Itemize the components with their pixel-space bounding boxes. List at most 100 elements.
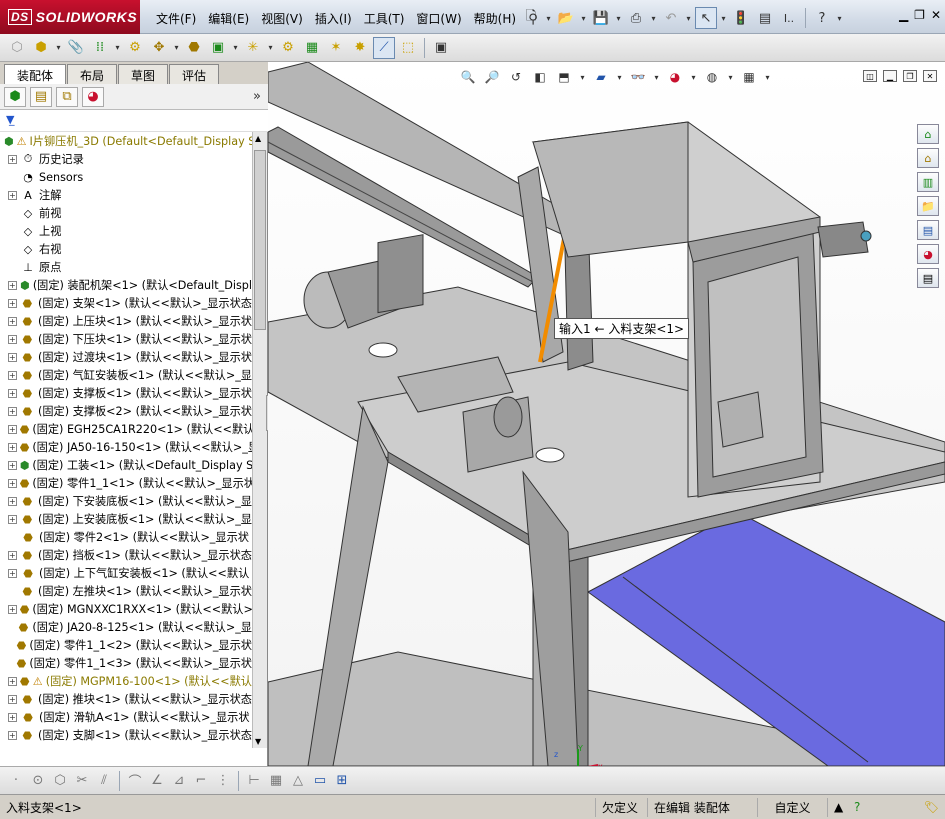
tree-item[interactable]: + ⬢ (固定) 装配机架<1> (默认<Default_Displ bbox=[0, 276, 252, 294]
print-icon[interactable]: ⎙ bbox=[625, 7, 647, 29]
expand-icon[interactable]: + bbox=[8, 550, 17, 560]
tree-item[interactable]: +⬣(固定) EGH25CA1R220<1> (默认<<默认>_显 bbox=[0, 420, 252, 438]
exploded-view-icon[interactable]: ✶ bbox=[325, 37, 347, 59]
home-icon[interactable]: ⌂ bbox=[917, 148, 939, 168]
view-settings-icon[interactable]: ▦ bbox=[739, 68, 759, 86]
offset-icon[interactable]: ⫽ bbox=[94, 770, 114, 792]
expand-icon[interactable]: + bbox=[8, 514, 17, 524]
tree-item[interactable]: + ⬣ (固定) 过渡块<1> (默认<<默认>_显示状 bbox=[0, 348, 252, 366]
refgeom-dropdown[interactable]: ▾ bbox=[266, 43, 275, 52]
appearance-dropdown[interactable]: ▾ bbox=[689, 73, 698, 82]
configuration-manager-icon[interactable]: ⧉ bbox=[56, 86, 78, 107]
tab-assembly[interactable]: 装配体 bbox=[4, 64, 67, 84]
close-icon[interactable]: ✕ bbox=[931, 8, 941, 22]
tree-item[interactable]: ⬣ (固定) 左推块<1> (默认<<默认>_显示状 bbox=[0, 582, 252, 600]
menu-edit[interactable]: 编辑(E) bbox=[202, 8, 255, 28]
help-dropdown[interactable]: ▾ bbox=[835, 14, 844, 23]
display-style-icon[interactable]: ▰ bbox=[591, 68, 611, 86]
polygon-icon[interactable]: ⬡ bbox=[50, 770, 70, 792]
zoom-to-fit-icon[interactable]: 🔍 bbox=[458, 68, 478, 86]
solidworks-resources-icon[interactable]: ⌂ bbox=[917, 124, 939, 144]
undo-dropdown[interactable]: ▾ bbox=[684, 14, 693, 23]
expand-icon[interactable]: + bbox=[8, 694, 17, 704]
tree-item[interactable]: + ⬣ (固定) 零件1_1<1> (默认<<默认>_显示状 bbox=[0, 474, 252, 492]
move-dropdown[interactable]: ▾ bbox=[172, 43, 181, 52]
apply-scene-icon[interactable]: ◍ bbox=[702, 68, 722, 86]
new-dropdown[interactable]: ▾ bbox=[544, 14, 553, 23]
tree-item[interactable]: ◇ 上视 bbox=[0, 222, 252, 240]
hide-show-icon[interactable]: 👓 bbox=[628, 68, 648, 86]
tree-item[interactable]: + ⬣ (固定) 滑轨A<1> (默认<<默认>_显示状 bbox=[0, 708, 252, 726]
tree-item[interactable]: + ⬣ (固定) JA50-16-150<1> (默认<<默认>_显 bbox=[0, 438, 252, 456]
tree-item[interactable]: + ⬣ ⚠ (固定) MGPM16-100<1> (默认<<默认 bbox=[0, 672, 252, 690]
grid-icon[interactable]: ▦ bbox=[266, 770, 286, 792]
pattern-dropdown[interactable]: ▾ bbox=[113, 43, 122, 52]
scene-dropdown[interactable]: ▾ bbox=[726, 73, 735, 82]
interference-icon[interactable]: ⟋ bbox=[373, 36, 395, 59]
orientation-dropdown[interactable]: ▾ bbox=[578, 73, 587, 82]
property-manager-icon[interactable]: ▤ bbox=[30, 86, 52, 107]
minimize-icon[interactable]: ▁ bbox=[899, 8, 908, 22]
mirror-icon[interactable]: ⊿ bbox=[169, 770, 189, 792]
expand-icon[interactable]: + bbox=[8, 730, 17, 740]
corner-icon[interactable]: ⌐ bbox=[191, 770, 211, 792]
view-orientation-icon[interactable]: ⬒ bbox=[554, 68, 574, 86]
units-dropdown-icon[interactable]: ▲ bbox=[828, 798, 848, 817]
filter-icon[interactable]: ▼̲ bbox=[6, 113, 14, 126]
tree-filter[interactable]: ▼̲ bbox=[0, 110, 268, 132]
custom-properties-icon[interactable]: ▤ bbox=[917, 268, 939, 288]
circle-icon[interactable]: ⊙ bbox=[28, 770, 48, 792]
show-hidden-icon[interactable]: ⬣ bbox=[183, 37, 205, 59]
tree-item[interactable]: + A 注解 bbox=[0, 186, 252, 204]
viewport-restore-icon[interactable]: ❐ bbox=[903, 70, 917, 82]
expand-icon[interactable]: + bbox=[8, 298, 17, 308]
viewport-close-icon[interactable]: ✕ bbox=[923, 70, 937, 82]
display-dropdown[interactable]: ▾ bbox=[615, 73, 624, 82]
expand-icon[interactable]: + bbox=[8, 316, 17, 326]
assembly-features-icon[interactable]: ▣ bbox=[207, 37, 229, 59]
scroll-down-icon[interactable]: ▼ bbox=[255, 737, 261, 746]
display-relations-icon[interactable]: ▭ bbox=[310, 770, 330, 792]
tab-sketch[interactable]: 草图 bbox=[118, 64, 169, 84]
new-motion-study-icon[interactable]: ⚙ bbox=[277, 37, 299, 59]
smart-fastener-icon[interactable]: ⚙ bbox=[124, 37, 146, 59]
tree-item[interactable]: ⬣ (固定) 零件2<1> (默认<<默认>_显示状 bbox=[0, 528, 252, 546]
explode-line-icon[interactable]: ✸ bbox=[349, 37, 371, 59]
trim-icon[interactable]: ✂ bbox=[72, 770, 92, 792]
tree-item[interactable]: + ⬣ (固定) 支撑板<2> (默认<<默认>_显示状 bbox=[0, 402, 252, 420]
tree-scrollbar[interactable]: ▲ ▼ bbox=[252, 132, 267, 748]
options-icon[interactable]: ▤ bbox=[754, 7, 776, 29]
expand-icon[interactable]: + bbox=[8, 478, 17, 488]
tree-item[interactable]: + ⬢ (固定) 工装<1> (默认<Default_Display St bbox=[0, 456, 252, 474]
appearances-icon[interactable]: ◕ bbox=[917, 244, 939, 264]
file-explorer-icon[interactable]: 📁 bbox=[917, 196, 939, 216]
tree-root[interactable]: ⬢ ⚠ I片铆压机_3D (Default<Default_Display S bbox=[0, 132, 252, 150]
point-icon[interactable]: · bbox=[6, 770, 26, 792]
design-library-icon[interactable]: ▥ bbox=[917, 172, 939, 192]
menu-file[interactable]: 文件(F) bbox=[150, 8, 202, 28]
menu-insert[interactable]: 插入(I) bbox=[309, 8, 358, 28]
tree-item[interactable]: + ⬣ (固定) 支脚<1> (默认<<默认>_显示状态 bbox=[0, 726, 252, 744]
expand-icon[interactable]: + bbox=[8, 460, 17, 470]
solidworks-logo[interactable]: DS SOLIDWORKS bbox=[0, 0, 140, 34]
instant3d-icon[interactable]: ⬚ bbox=[397, 37, 419, 59]
view-palette-icon[interactable]: ▤ bbox=[917, 220, 939, 240]
feature-tree-icon[interactable]: ⬢ bbox=[4, 86, 26, 107]
tree-item[interactable]: ◇ 前视 bbox=[0, 204, 252, 222]
relation-icon[interactable]: △ bbox=[288, 770, 308, 792]
rebuild-icon[interactable]: 🚦 bbox=[730, 7, 752, 29]
open-icon[interactable]: 📂 bbox=[555, 7, 577, 29]
centerline-icon[interactable]: ⋮ bbox=[213, 770, 233, 792]
tab-evaluate[interactable]: 评估 bbox=[169, 64, 220, 84]
expand-icon[interactable]: + bbox=[8, 676, 17, 686]
tree-item[interactable]: + ⬣ (固定) 上下气缸安装板<1> (默认<<默认 bbox=[0, 564, 252, 582]
expand-icon[interactable]: + bbox=[8, 604, 17, 614]
insert-dropdown[interactable]: ▾ bbox=[54, 43, 63, 52]
tree-item[interactable]: + ⬣ (固定) 气缸安装板<1> (默认<<默认>_显 bbox=[0, 366, 252, 384]
viewport-minimize-icon[interactable]: ▁ bbox=[883, 70, 897, 82]
graphics-area[interactable]: 🔍 🔎 ↺ ◧ ⬒ ▾ ▰ ▾ 👓 ▾ ◕ ▾ ◍ ▾ ▦ ▾ ◫ ▁ ❐ ✕ z Y x bbox=[268, 62, 945, 766]
snap-icon[interactable]: ⊞ bbox=[332, 770, 352, 792]
tab-layout[interactable]: 布局 bbox=[67, 64, 118, 84]
expand-icon[interactable]: + bbox=[8, 442, 17, 452]
menu-help[interactable]: 帮助(H) bbox=[468, 8, 522, 28]
